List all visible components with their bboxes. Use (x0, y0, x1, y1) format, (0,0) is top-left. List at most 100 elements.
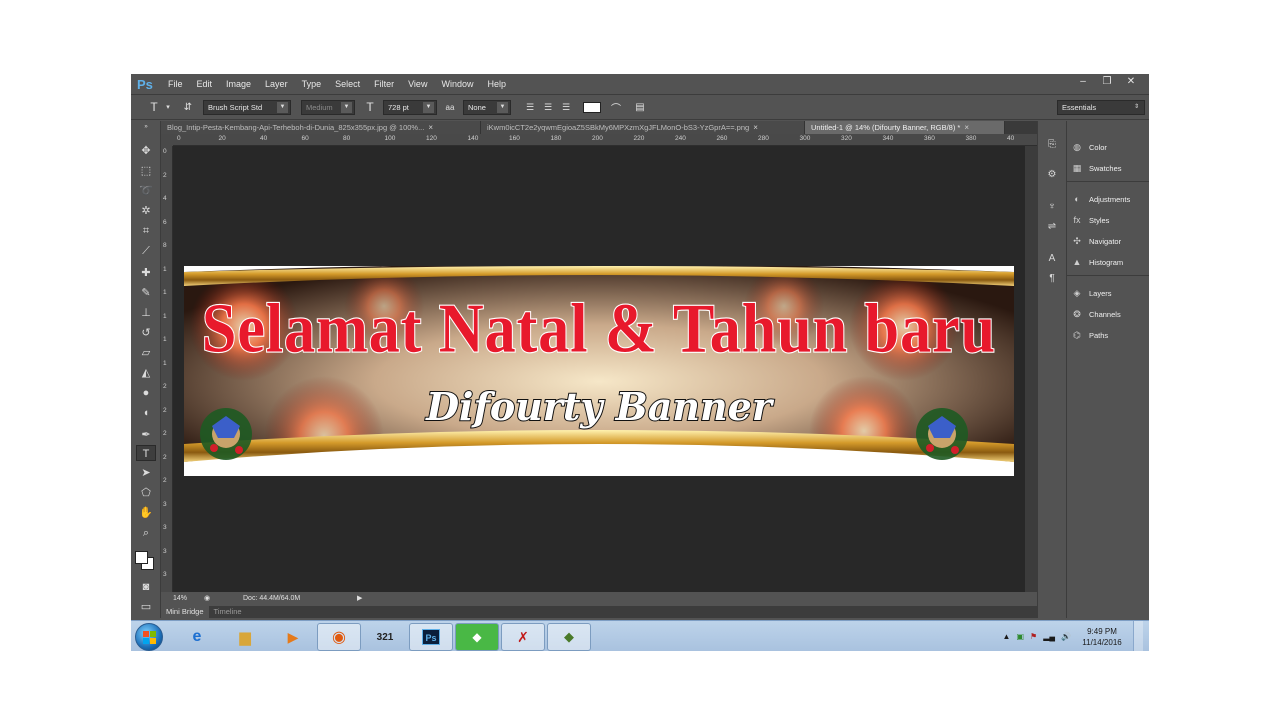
show-desktop-button[interactable] (1133, 621, 1143, 651)
menu-view[interactable]: View (401, 79, 434, 89)
shape-tool-icon[interactable]: ⬠ (136, 485, 156, 501)
panel-color[interactable]: ◍ Color (1071, 138, 1149, 156)
antialias-select[interactable]: None ▼ (463, 99, 511, 115)
pen-tool-icon[interactable]: ✒ (136, 427, 156, 443)
properties-icon[interactable]: ⚙ (1044, 169, 1060, 183)
foreground-color[interactable] (135, 551, 148, 564)
minimize-button[interactable]: – (1071, 76, 1095, 87)
show-hidden-icons-icon[interactable]: ▲ (1003, 632, 1011, 641)
screen-mode-icon[interactable]: ▭ (136, 599, 156, 615)
type-tool-icon[interactable]: T (136, 445, 156, 461)
close-button[interactable]: ✕ (1119, 76, 1143, 87)
close-icon[interactable]: × (964, 123, 969, 132)
hand-tool-icon[interactable]: ✋ (136, 505, 156, 521)
tool-preset-caret-icon[interactable]: ▾ (163, 103, 173, 111)
ruler-label: 2 (163, 383, 167, 390)
marquee-tool-icon[interactable]: ⬚ (136, 163, 156, 179)
character-panel-icon[interactable]: ▤ (631, 102, 649, 113)
dodge-tool-icon[interactable]: ◖ (136, 405, 156, 421)
font-family-select[interactable]: Brush Script Std ▼ (203, 99, 291, 115)
tab-mini-bridge[interactable]: Mini Bridge (161, 606, 209, 618)
panel-styles[interactable]: fx Styles (1071, 211, 1149, 229)
green-app-icon[interactable]: ◆ (455, 623, 499, 651)
menu-image[interactable]: Image (219, 79, 258, 89)
eraser-tool-icon[interactable]: ▱ (136, 345, 156, 361)
menu-type[interactable]: Type (295, 79, 329, 89)
pdf-app-icon[interactable]: ✗ (501, 623, 545, 651)
warp-text-icon[interactable]: ⌒ (607, 100, 625, 115)
tab-timeline[interactable]: Timeline (209, 606, 247, 618)
path-selection-tool-icon[interactable]: ➤ (136, 465, 156, 481)
banner-artwork[interactable]: Selamat Natal & Tahun baru Difourty Bann… (184, 266, 1014, 476)
brush-presets-icon[interactable]: ♆ (1044, 201, 1060, 215)
menu-help[interactable]: Help (480, 79, 513, 89)
quick-mask-icon[interactable]: ◙ (136, 579, 156, 595)
text-color-swatch[interactable] (583, 101, 601, 113)
text-orientation-icon[interactable]: ⇵ (179, 102, 197, 113)
align-right-icon[interactable]: ☰ (557, 102, 575, 113)
panel-channels[interactable]: ❂ Channels (1071, 305, 1149, 323)
character-icon[interactable]: A (1044, 253, 1060, 267)
panel-paths[interactable]: ⌬ Paths (1071, 326, 1149, 344)
color-picker-swatches[interactable] (135, 551, 155, 571)
menu-edit[interactable]: Edit (190, 79, 220, 89)
zoom-level[interactable]: 14% (173, 595, 195, 602)
font-style-select[interactable]: Medium ▼ (301, 99, 355, 115)
start-button[interactable] (135, 623, 163, 651)
close-icon[interactable]: × (428, 123, 433, 132)
menu-select[interactable]: Select (328, 79, 367, 89)
collapse-icon[interactable]: » (136, 123, 156, 131)
clone-source-icon[interactable]: ⇌ (1044, 221, 1060, 235)
workspace-select[interactable]: Essentials ⇕ (1057, 100, 1145, 115)
game-app-icon[interactable]: ◆ (547, 623, 591, 651)
close-icon[interactable]: × (753, 123, 758, 132)
menu-layer[interactable]: Layer (258, 79, 295, 89)
align-left-icon[interactable]: ☰ (521, 102, 539, 113)
volume-icon[interactable]: 🔊 (1061, 632, 1071, 641)
panel-histogram[interactable]: ▲ Histogram (1071, 253, 1149, 271)
blur-tool-icon[interactable]: ● (136, 385, 156, 401)
history-brush-tool-icon[interactable]: ↺ (136, 325, 156, 341)
brush-tool-icon[interactable]: ✎ (136, 285, 156, 301)
healing-brush-tool-icon[interactable]: ✚ (136, 265, 156, 281)
menu-file[interactable]: File (161, 79, 190, 89)
network-icon[interactable]: ▂▄ (1043, 632, 1055, 641)
lasso-tool-icon[interactable]: ➰ (136, 183, 156, 199)
panel-adjustments[interactable]: ◐ Adjustments (1071, 190, 1149, 208)
action-center-icon[interactable]: ⚑ (1030, 632, 1037, 641)
tray-app-icon[interactable]: ▣ (1016, 632, 1024, 641)
font-size-select[interactable]: 728 pt ▼ (383, 99, 437, 115)
tab-untitled-1[interactable]: Untitled-1 @ 14% (Difourty Banner, RGB/8… (805, 121, 1005, 134)
tab-blog-image[interactable]: Blog_Intip-Pesta-Kembang-Api-Terheboh-di… (161, 121, 481, 134)
clock[interactable]: 9:49 PM 11/14/2016 (1077, 626, 1127, 648)
firefox-icon[interactable]: ◉ (317, 623, 361, 651)
panel-layers[interactable]: ◈ Layers (1071, 284, 1149, 302)
internet-explorer-icon[interactable]: e (175, 623, 219, 651)
tab-png-image[interactable]: iKwm0icCT2e2yqwmEgioaZ5SBkMy6MPXzmXgJFLM… (481, 121, 805, 134)
status-menu-arrow-icon[interactable]: ▶ (357, 594, 362, 602)
menu-filter[interactable]: Filter (367, 79, 401, 89)
canvas-area[interactable]: Selamat Natal & Tahun baru Difourty Bann… (173, 146, 1037, 592)
photoshop-taskbar-icon[interactable]: Ps (409, 623, 453, 651)
vertical-scrollbar[interactable] (1025, 146, 1037, 592)
stamp-tool-icon[interactable]: ⊥ (136, 305, 156, 321)
media-player-icon[interactable]: ▶ (271, 623, 315, 651)
panel-swatches[interactable]: ▦ Swatches (1071, 159, 1149, 177)
history-icon[interactable]: ⎘ (1044, 139, 1060, 153)
media-player-classic-icon[interactable]: 321 (363, 623, 407, 651)
file-explorer-icon[interactable]: ▆ (223, 623, 267, 651)
magic-wand-tool-icon[interactable]: ✲ (136, 203, 156, 219)
move-tool-icon[interactable]: ✥ (136, 143, 156, 159)
type-tool-icon[interactable]: T (145, 100, 163, 114)
align-center-icon[interactable]: ☰ (539, 102, 557, 113)
maximize-button[interactable]: ❐ (1095, 76, 1119, 87)
zoom-tool-icon[interactable]: ⌕ (136, 525, 156, 541)
crop-tool-icon[interactable]: ⌗ (136, 223, 156, 239)
paint-bucket-tool-icon[interactable]: ◭ (136, 365, 156, 381)
paragraph-icon[interactable]: ¶ (1044, 273, 1060, 287)
eyedropper-tool-icon[interactable]: ⟋ (136, 243, 156, 259)
status-icon[interactable]: ◉ (201, 594, 213, 602)
panel-navigator[interactable]: ✣ Navigator (1071, 232, 1149, 250)
menu-window[interactable]: Window (434, 79, 480, 89)
panel-label: Navigator (1089, 236, 1122, 246)
